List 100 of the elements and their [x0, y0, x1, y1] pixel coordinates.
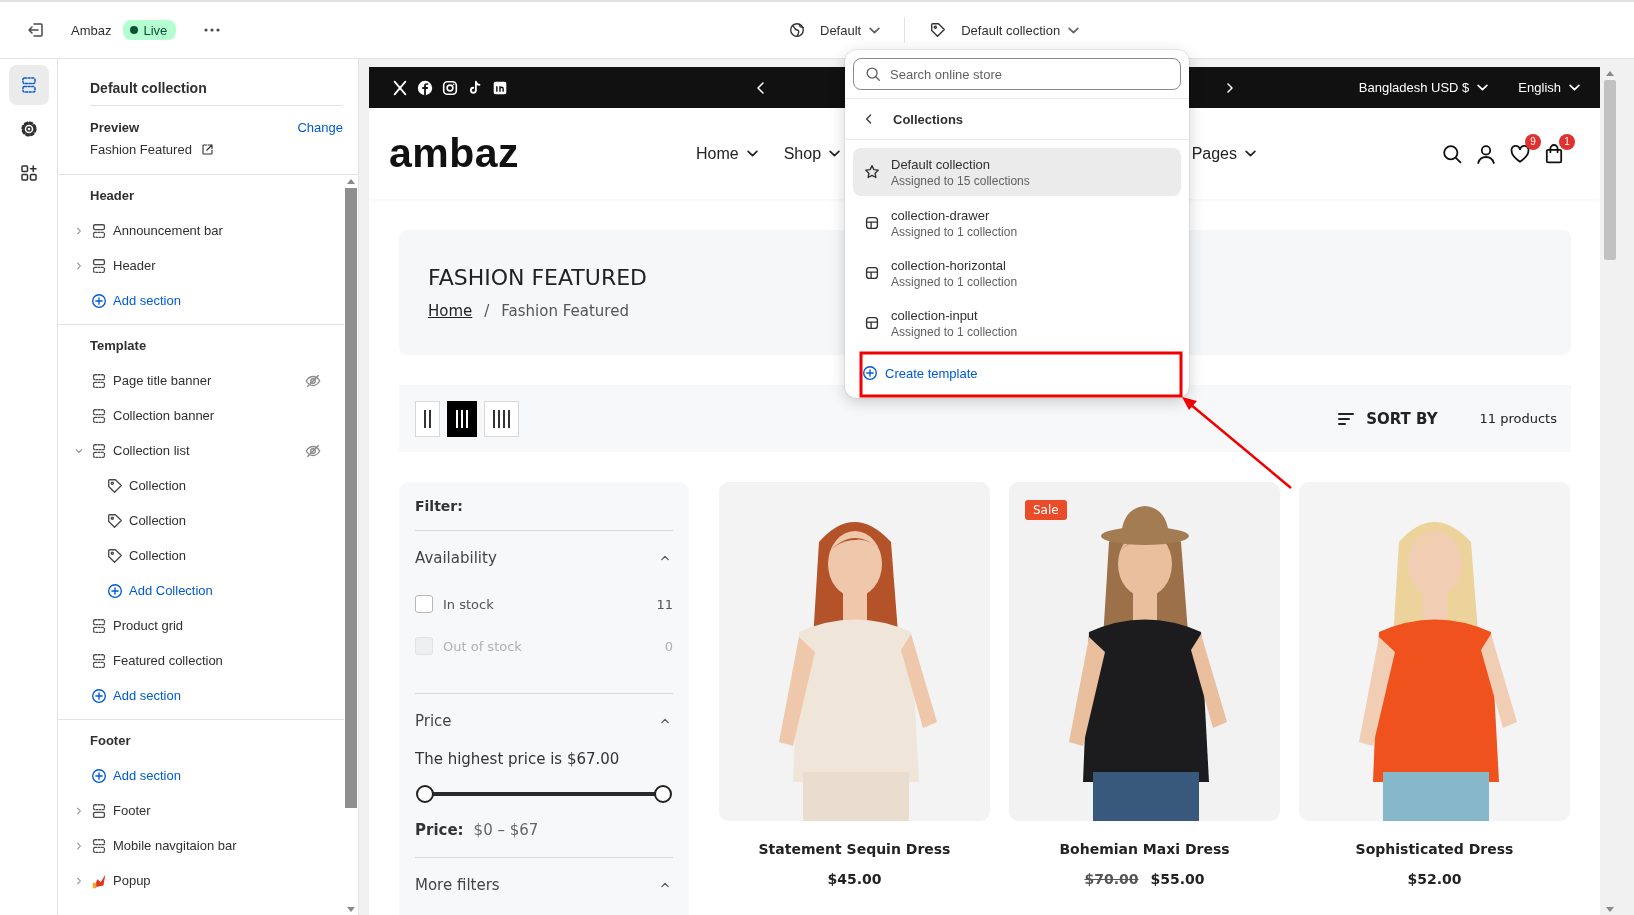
- filter-heading[interactable]: Price: [415, 712, 452, 730]
- option-count: 11: [656, 596, 673, 612]
- filter-heading[interactable]: More filters: [415, 876, 500, 894]
- section-item[interactable]: Featured collection: [113, 653, 223, 668]
- section-item[interactable]: Announcement bar: [113, 223, 223, 238]
- price-slider[interactable]: [416, 785, 672, 803]
- section-item[interactable]: Page title banner: [113, 373, 212, 388]
- price-range: $0 – $67: [473, 821, 539, 839]
- sort-button[interactable]: SORT BY: [1336, 408, 1438, 429]
- filter-title: Filter:: [415, 498, 673, 531]
- sections-tab[interactable]: [8, 65, 49, 105]
- star-icon: [863, 163, 881, 181]
- grid-layout-button[interactable]: [447, 400, 477, 437]
- template-icon: [863, 214, 881, 232]
- option-count: 0: [664, 638, 673, 654]
- template-option[interactable]: collection-drawer Assigned to 1 collection: [853, 198, 1181, 248]
- store-logo[interactable]: ambaz: [389, 130, 524, 177]
- social-icon[interactable]: [416, 78, 434, 97]
- add-link[interactable]: Add section: [90, 686, 181, 705]
- product-title[interactable]: Bohemian Maxi Dress: [1009, 841, 1280, 857]
- group-title: Footer: [89, 732, 132, 750]
- preview-label: Preview: [90, 119, 140, 135]
- status-badge: Live: [123, 20, 177, 40]
- search-field[interactable]: Search online store: [853, 58, 1181, 90]
- section-icon: [90, 441, 108, 460]
- template-icon: [863, 314, 881, 332]
- tag-icon: [106, 546, 124, 565]
- template-option[interactable]: Default collection Assigned to 15 collections: [853, 148, 1181, 196]
- add-link[interactable]: Add section: [90, 766, 181, 785]
- product-price: $45.00: [827, 871, 882, 887]
- block-item[interactable]: Collection: [129, 548, 187, 563]
- template-option[interactable]: collection-horizontal Assigned to 1 collection: [853, 248, 1181, 298]
- plus-circle-icon: [90, 291, 108, 310]
- section-item[interactable]: Footer: [113, 803, 151, 818]
- section-item[interactable]: Mobile navgitaion bar: [113, 838, 237, 853]
- section-item[interactable]: Popup: [113, 873, 151, 888]
- product-title[interactable]: Sophisticated Dress: [1299, 841, 1570, 857]
- add-link[interactable]: Add section: [90, 291, 181, 310]
- section-icon: [90, 406, 108, 425]
- product-count: 11 products: [1479, 411, 1557, 426]
- globe-icon: [788, 21, 806, 39]
- external-link-icon[interactable]: [199, 141, 215, 157]
- plus-circle-icon: [861, 364, 879, 382]
- template-selector[interactable]: Default collection: [929, 15, 1080, 45]
- section-icon: [90, 801, 108, 820]
- breadcrumb-link[interactable]: Home: [428, 302, 473, 320]
- tag-icon: [106, 476, 124, 495]
- section-item[interactable]: Product grid: [113, 618, 184, 633]
- block-item[interactable]: Collection: [129, 478, 187, 493]
- columns-icon: [493, 409, 510, 428]
- breadcrumb-current: Fashion Featured: [501, 302, 629, 320]
- social-icon[interactable]: [441, 78, 459, 97]
- block-item[interactable]: Collection: [129, 513, 187, 528]
- price-note: The highest price is $67.00: [415, 750, 621, 768]
- plus-circle-icon: [106, 581, 124, 600]
- plus-circle-icon: [90, 686, 108, 705]
- product-title[interactable]: Statement Sequin Dress: [719, 841, 990, 857]
- group-title: Template: [89, 337, 148, 355]
- nav-link[interactable]: Pages: [1191, 144, 1256, 163]
- social-icon[interactable]: [391, 78, 409, 97]
- section-item[interactable]: Collection banner: [113, 408, 215, 423]
- template-option[interactable]: collection-input Assigned to 1 collection: [853, 298, 1181, 348]
- tag-icon: [106, 511, 124, 530]
- tag-icon: [929, 21, 948, 39]
- section-icon: [90, 256, 108, 275]
- settings-icon: [18, 119, 39, 139]
- nav-link[interactable]: Shop: [783, 144, 841, 163]
- section-icon: [90, 371, 108, 390]
- filter-option: In stock: [443, 596, 494, 612]
- menu-title: Collections: [893, 111, 964, 127]
- breadcrumb-separator: /: [484, 302, 490, 320]
- change-link[interactable]: Change: [297, 119, 343, 135]
- search-input[interactable]: Search online store: [890, 60, 1170, 88]
- filter-heading[interactable]: Availability: [415, 549, 497, 567]
- exit-icon[interactable]: [26, 20, 46, 40]
- add-link[interactable]: Add Collection: [106, 581, 213, 600]
- nav-link[interactable]: Home: [696, 144, 758, 163]
- apps-icon: [18, 163, 39, 183]
- caret-icon: [869, 26, 881, 34]
- section-icon: [90, 221, 108, 240]
- theme-selector[interactable]: Default: [788, 15, 881, 45]
- product-price: $55.00: [1150, 871, 1205, 887]
- filter-option: Out of stock: [443, 638, 522, 654]
- group-title: Header: [89, 187, 136, 205]
- slider-thumb[interactable]: [416, 785, 434, 803]
- checkbox[interactable]: [415, 595, 433, 613]
- currency-selector[interactable]: Bangladesh USD $: [1358, 80, 1489, 95]
- search-icon: [864, 65, 882, 83]
- section-icon: [90, 616, 108, 635]
- create-template-link[interactable]: Create template: [845, 352, 1189, 394]
- store-name: Ambaz: [71, 22, 112, 38]
- panel-title: Default collection: [90, 71, 343, 106]
- plus-circle-icon: [90, 766, 108, 785]
- language-selector[interactable]: English: [1518, 80, 1580, 95]
- section-item[interactable]: Collection list: [113, 443, 190, 458]
- caret-icon: [1068, 26, 1080, 34]
- caret-icon: [1569, 84, 1580, 91]
- slider-thumb[interactable]: [654, 785, 672, 803]
- section-icon: [90, 836, 108, 855]
- section-item[interactable]: Header: [113, 258, 156, 273]
